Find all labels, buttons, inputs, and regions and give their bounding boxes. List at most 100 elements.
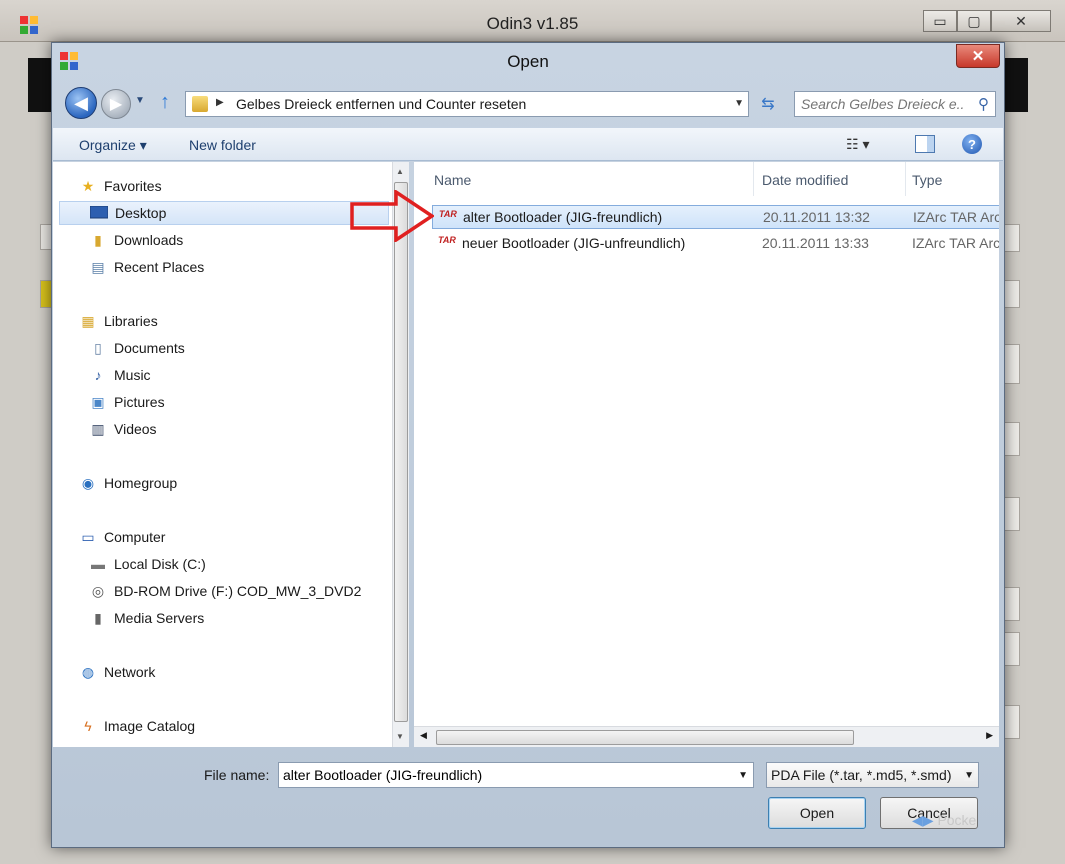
file-name-field[interactable]: ▼	[278, 762, 754, 788]
file-name-dropdown-icon[interactable]: ▼	[738, 770, 748, 781]
file-row[interactable]: TAR neuer Bootloader (JIG-unfreundlich) …	[432, 232, 999, 256]
nav-pictures[interactable]: ▣ Pictures	[89, 390, 165, 414]
nav-documents[interactable]: ▯ Documents	[89, 336, 185, 360]
scroll-up-icon[interactable]: ▲	[396, 167, 404, 176]
open-dialog: Open ✕ ◀ ▶ ▼ ↑ ▶ Gelbes Dreieck entferne…	[51, 42, 1005, 848]
nav-favorites[interactable]: ★ Favorites	[79, 174, 162, 198]
nav-label: Homegroup	[104, 475, 178, 491]
breadcrumb-chevron-icon[interactable]: ▶	[216, 97, 224, 108]
watermark-logo-icon: ◀▶	[912, 812, 934, 828]
nav-label: Media Servers	[114, 610, 205, 626]
file-type: IZArc TAR Archive	[913, 209, 999, 225]
address-dropdown-icon[interactable]: ▼	[734, 98, 744, 109]
search-icon[interactable]: ⚲	[978, 95, 989, 113]
column-header-date[interactable]: Date modified	[762, 162, 906, 196]
nav-videos[interactable]: ▥ Videos	[89, 417, 156, 441]
odin-titlebar: Odin3 v1.85 ▭ ▢ ✕	[0, 0, 1065, 42]
back-arrow-icon[interactable]: ◀	[65, 87, 97, 119]
column-header-name[interactable]: Name	[434, 162, 754, 196]
odin-title: Odin3 v1.85	[486, 14, 579, 33]
music-icon: ♪	[94, 367, 102, 383]
videos-icon: ▥	[91, 420, 105, 437]
maximize-button[interactable]: ▢	[957, 10, 991, 32]
address-bar[interactable]: ▶ Gelbes Dreieck entfernen und Counter r…	[185, 91, 749, 117]
nav-label: BD-ROM Drive (F:) COD_MW_3_DVD2	[114, 583, 362, 599]
nav-desktop[interactable]: Desktop	[59, 201, 389, 225]
nav-media-servers[interactable]: ▮ Media Servers	[89, 606, 204, 630]
scroll-down-icon[interactable]: ▼	[396, 732, 404, 741]
file-date: 20.11.2011 13:33	[762, 235, 869, 251]
file-type-filter[interactable]: PDA File (*.tar, *.md5, *.smd) ▼	[766, 762, 979, 788]
help-icon[interactable]: ?	[962, 134, 982, 154]
nav-local-disk[interactable]: ▬ Local Disk (C:)	[89, 552, 206, 576]
refresh-icon[interactable]: ⇆	[755, 91, 781, 117]
annotation-arrow-icon	[350, 190, 434, 242]
history-dropdown-icon[interactable]: ▼	[135, 95, 145, 106]
nav-label: Downloads	[114, 232, 184, 248]
search-input[interactable]	[795, 92, 965, 116]
nav-network[interactable]: ◍ Network	[79, 660, 155, 684]
navigation-scrollbar[interactable]: ▲ ▼	[392, 162, 409, 747]
nav-recent-places[interactable]: ▤ Recent Places	[89, 255, 204, 279]
up-folder-icon[interactable]: ↑	[160, 91, 170, 114]
file-name-input[interactable]	[279, 763, 719, 787]
nav-computer[interactable]: ▭ Computer	[79, 525, 165, 549]
new-folder-button[interactable]: New folder	[189, 137, 256, 153]
nav-downloads[interactable]: ▮ Downloads	[89, 228, 183, 252]
homegroup-icon: ◉	[81, 474, 95, 491]
navigation-pane: ★ Favorites Desktop ▮ Downloads ▤ Recent…	[53, 162, 392, 747]
nav-image-catalog[interactable]: ϟ Image Catalog	[79, 714, 195, 738]
scroll-left-icon[interactable]: ◀	[420, 730, 427, 741]
scrollbar-thumb[interactable]	[394, 182, 408, 722]
minimize-button[interactable]: ▭	[923, 10, 957, 32]
nav-libraries[interactable]: ▦ Libraries	[79, 309, 158, 333]
file-row[interactable]: TAR alter Bootloader (JIG-freundlich) 20…	[432, 205, 999, 229]
nav-label: Image Catalog	[104, 718, 196, 734]
nav-label: Documents	[114, 340, 185, 356]
libraries-icon: ▦	[81, 312, 95, 329]
nav-homegroup[interactable]: ◉ Homegroup	[79, 471, 177, 495]
nav-label: Local Disk (C:)	[114, 556, 206, 572]
computer-icon: ▭	[81, 528, 95, 545]
nav-label: Libraries	[104, 313, 158, 329]
hscroll-thumb[interactable]	[436, 730, 854, 745]
folder-icon	[192, 96, 208, 112]
dialog-title: Open	[507, 52, 549, 71]
address-path[interactable]: Gelbes Dreieck entfernen und Counter res…	[236, 96, 526, 112]
nav-label: Pictures	[114, 394, 165, 410]
organize-button[interactable]: Organize ▾	[79, 137, 147, 154]
file-name: neuer Bootloader (JIG-unfreundlich)	[462, 235, 686, 251]
column-label: Date modified	[762, 172, 849, 188]
tar-archive-icon: TAR	[438, 235, 456, 245]
star-icon: ★	[81, 177, 95, 194]
nav-label: Computer	[104, 529, 166, 545]
recent-places-icon: ▤	[91, 258, 105, 275]
search-box[interactable]: ⚲	[794, 91, 996, 117]
optical-drive-icon: ◎	[91, 582, 105, 599]
image-catalog-icon: ϟ	[84, 718, 92, 734]
nav-label: Recent Places	[114, 259, 205, 275]
dialog-titlebar: Open ✕	[52, 43, 1004, 77]
file-type: IZArc TAR Archive	[912, 235, 999, 251]
hard-disk-icon: ▬	[91, 556, 105, 572]
file-list: Name Date modified Type TAR alter Bootlo…	[414, 162, 999, 747]
file-type-filter-value: PDA File (*.tar, *.md5, *.smd)	[771, 767, 952, 783]
odin-close-button[interactable]: ✕	[991, 10, 1051, 32]
filter-dropdown-icon[interactable]: ▼	[964, 770, 974, 781]
dialog-close-button[interactable]: ✕	[956, 44, 1000, 68]
change-view-button[interactable]: ☷ ▾	[846, 136, 886, 153]
forward-arrow-icon[interactable]: ▶	[101, 89, 131, 119]
file-name: alter Bootloader (JIG-freundlich)	[463, 209, 663, 225]
documents-icon: ▯	[94, 339, 102, 356]
watermark-text: Pocke	[937, 812, 977, 828]
column-header-type[interactable]: Type	[912, 162, 999, 196]
nav-label: Music	[114, 367, 151, 383]
scroll-right-icon[interactable]: ▶	[986, 730, 993, 741]
file-list-hscrollbar[interactable]: ◀ ▶	[414, 726, 999, 747]
desktop-icon	[90, 204, 108, 222]
preview-pane-icon[interactable]	[915, 135, 935, 153]
open-button[interactable]: Open	[768, 797, 866, 829]
command-bar: Organize ▾ New folder ☷ ▾ ?	[53, 127, 1003, 161]
nav-music[interactable]: ♪ Music	[89, 363, 151, 387]
nav-bd-rom[interactable]: ◎ BD-ROM Drive (F:) COD_MW_3_DVD2	[89, 579, 361, 603]
